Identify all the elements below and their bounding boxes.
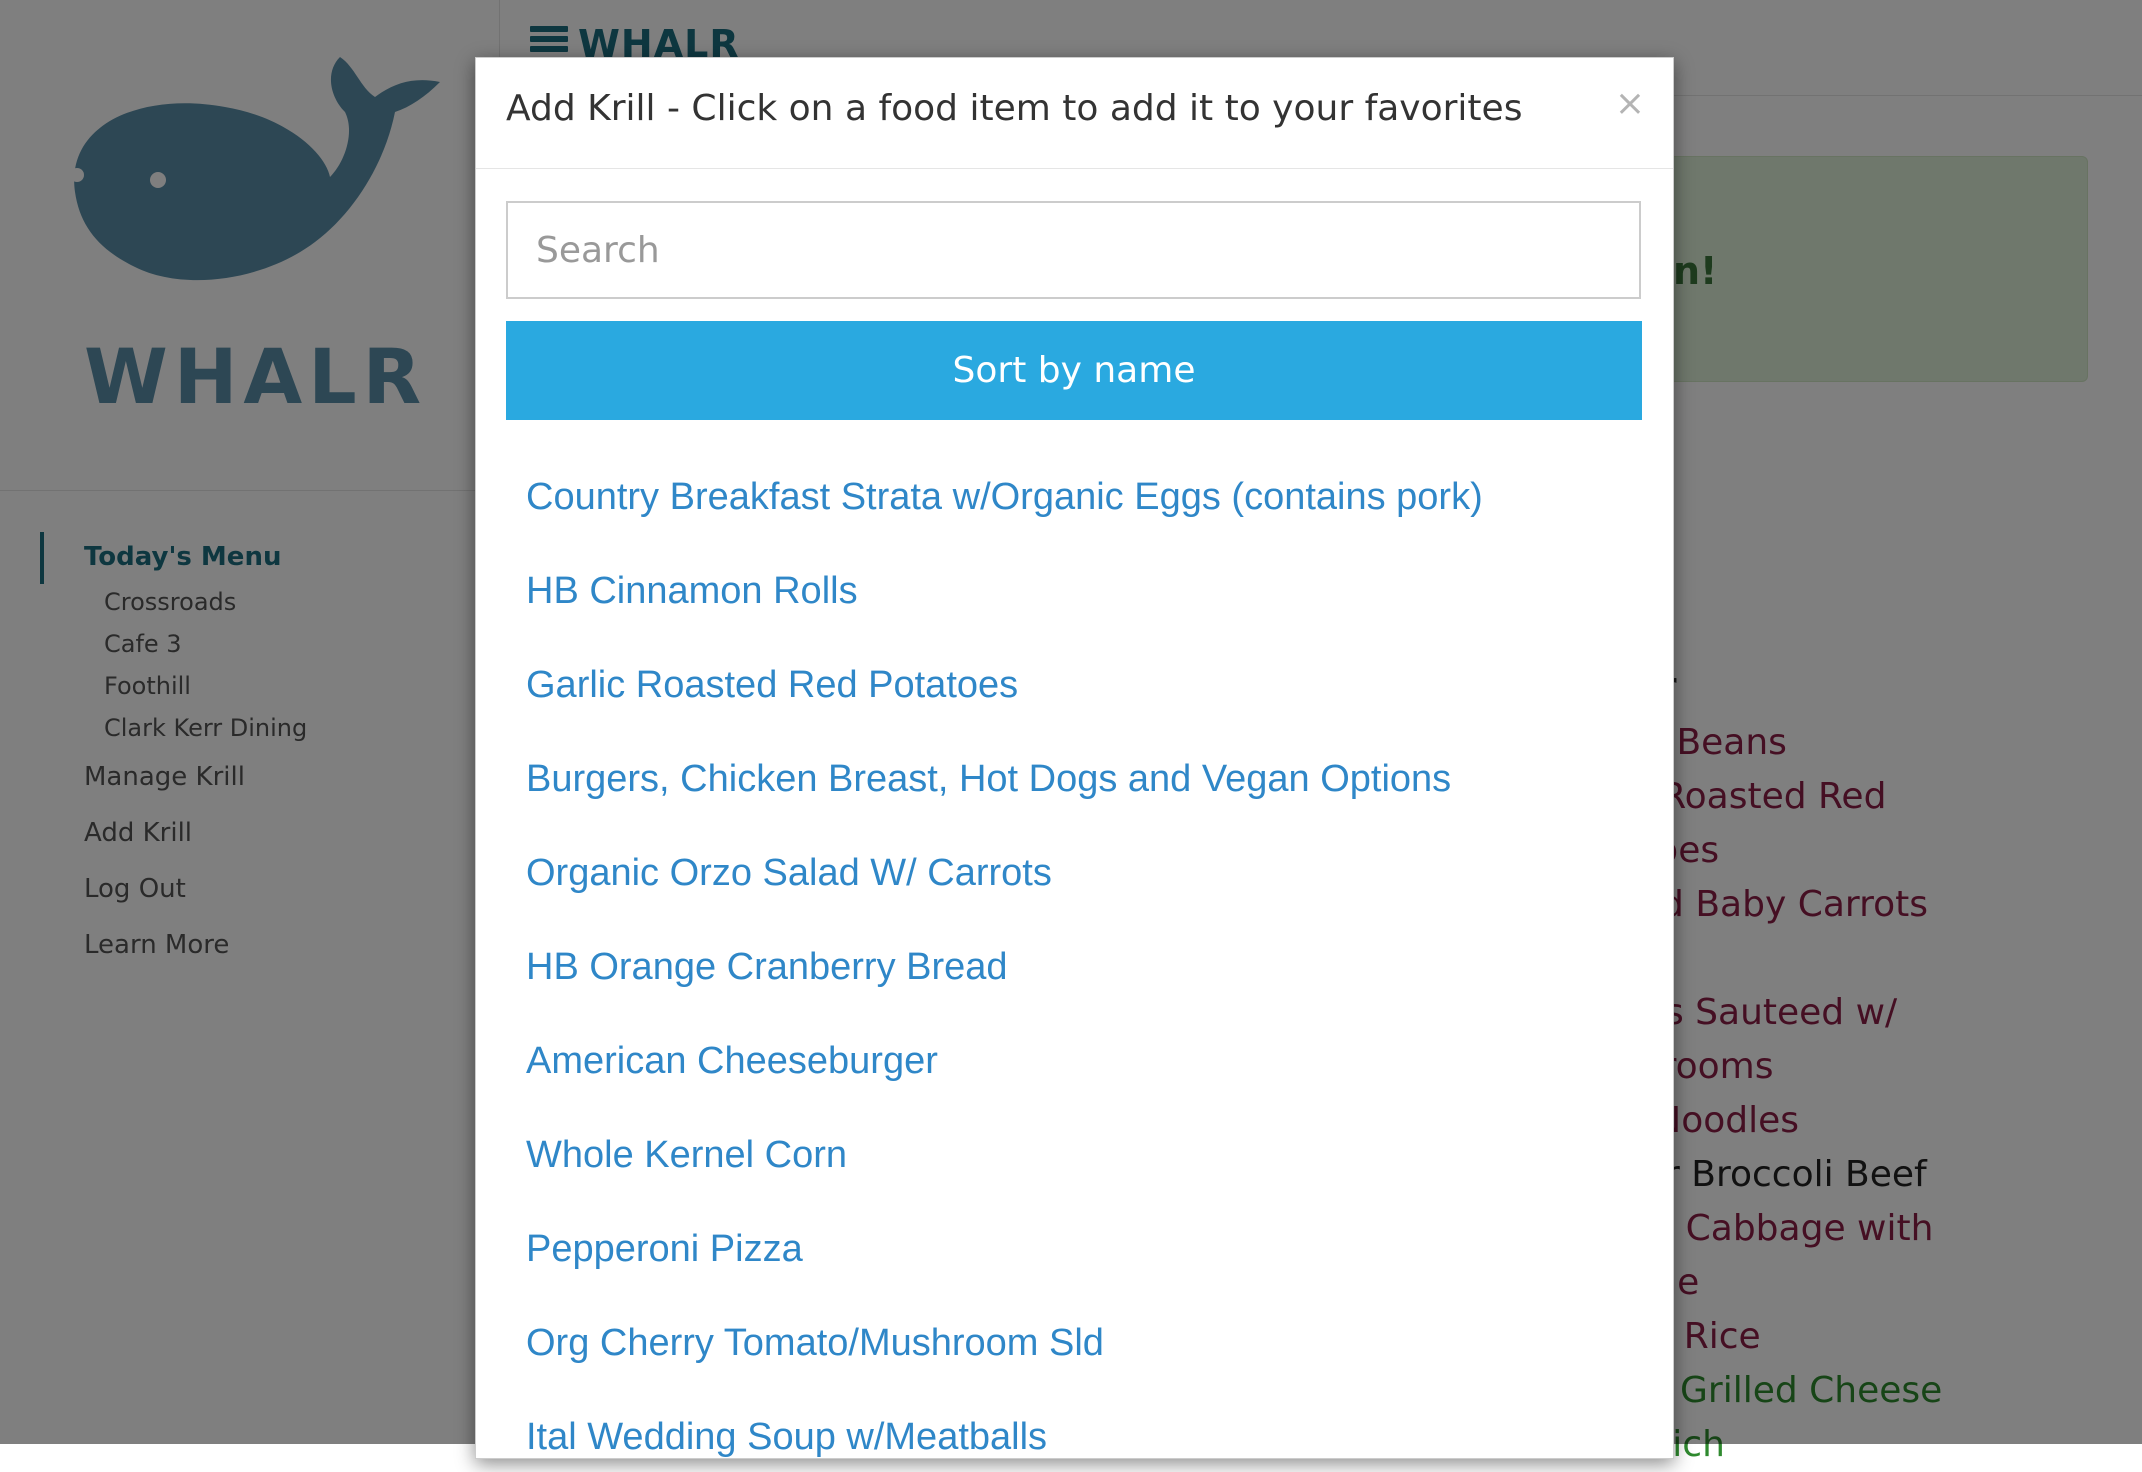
food-item[interactable]: American Cheeseburger [526,1014,1636,1108]
food-item[interactable]: Country Breakfast Strata w/Organic Eggs … [526,450,1636,544]
food-item[interactable]: Burgers, Chicken Breast, Hot Dogs and Ve… [526,732,1636,826]
sort-by-name-button[interactable]: Sort by name [506,321,1642,420]
food-item[interactable]: Garlic Roasted Red Potatoes [526,638,1636,732]
food-item-list: Country Breakfast Strata w/Organic Eggs … [526,450,1636,1458]
modal-header: Add Krill - Click on a food item to add … [476,58,1673,169]
food-item[interactable]: Ital Wedding Soup w/Meatballs [526,1390,1636,1458]
search-input[interactable] [506,201,1641,299]
food-item[interactable]: Org Cherry Tomato/Mushroom Sld [526,1296,1636,1390]
close-icon[interactable]: × [1615,86,1645,122]
food-item[interactable]: HB Orange Cranberry Bread [526,920,1636,1014]
add-krill-modal: Add Krill - Click on a food item to add … [475,57,1674,1459]
modal-title: Add Krill - Click on a food item to add … [506,88,1523,129]
food-item[interactable]: Pepperoni Pizza [526,1202,1636,1296]
food-item[interactable]: Organic Orzo Salad W/ Carrots [526,826,1636,920]
food-item[interactable]: HB Cinnamon Rolls [526,544,1636,638]
food-item[interactable]: Whole Kernel Corn [526,1108,1636,1202]
